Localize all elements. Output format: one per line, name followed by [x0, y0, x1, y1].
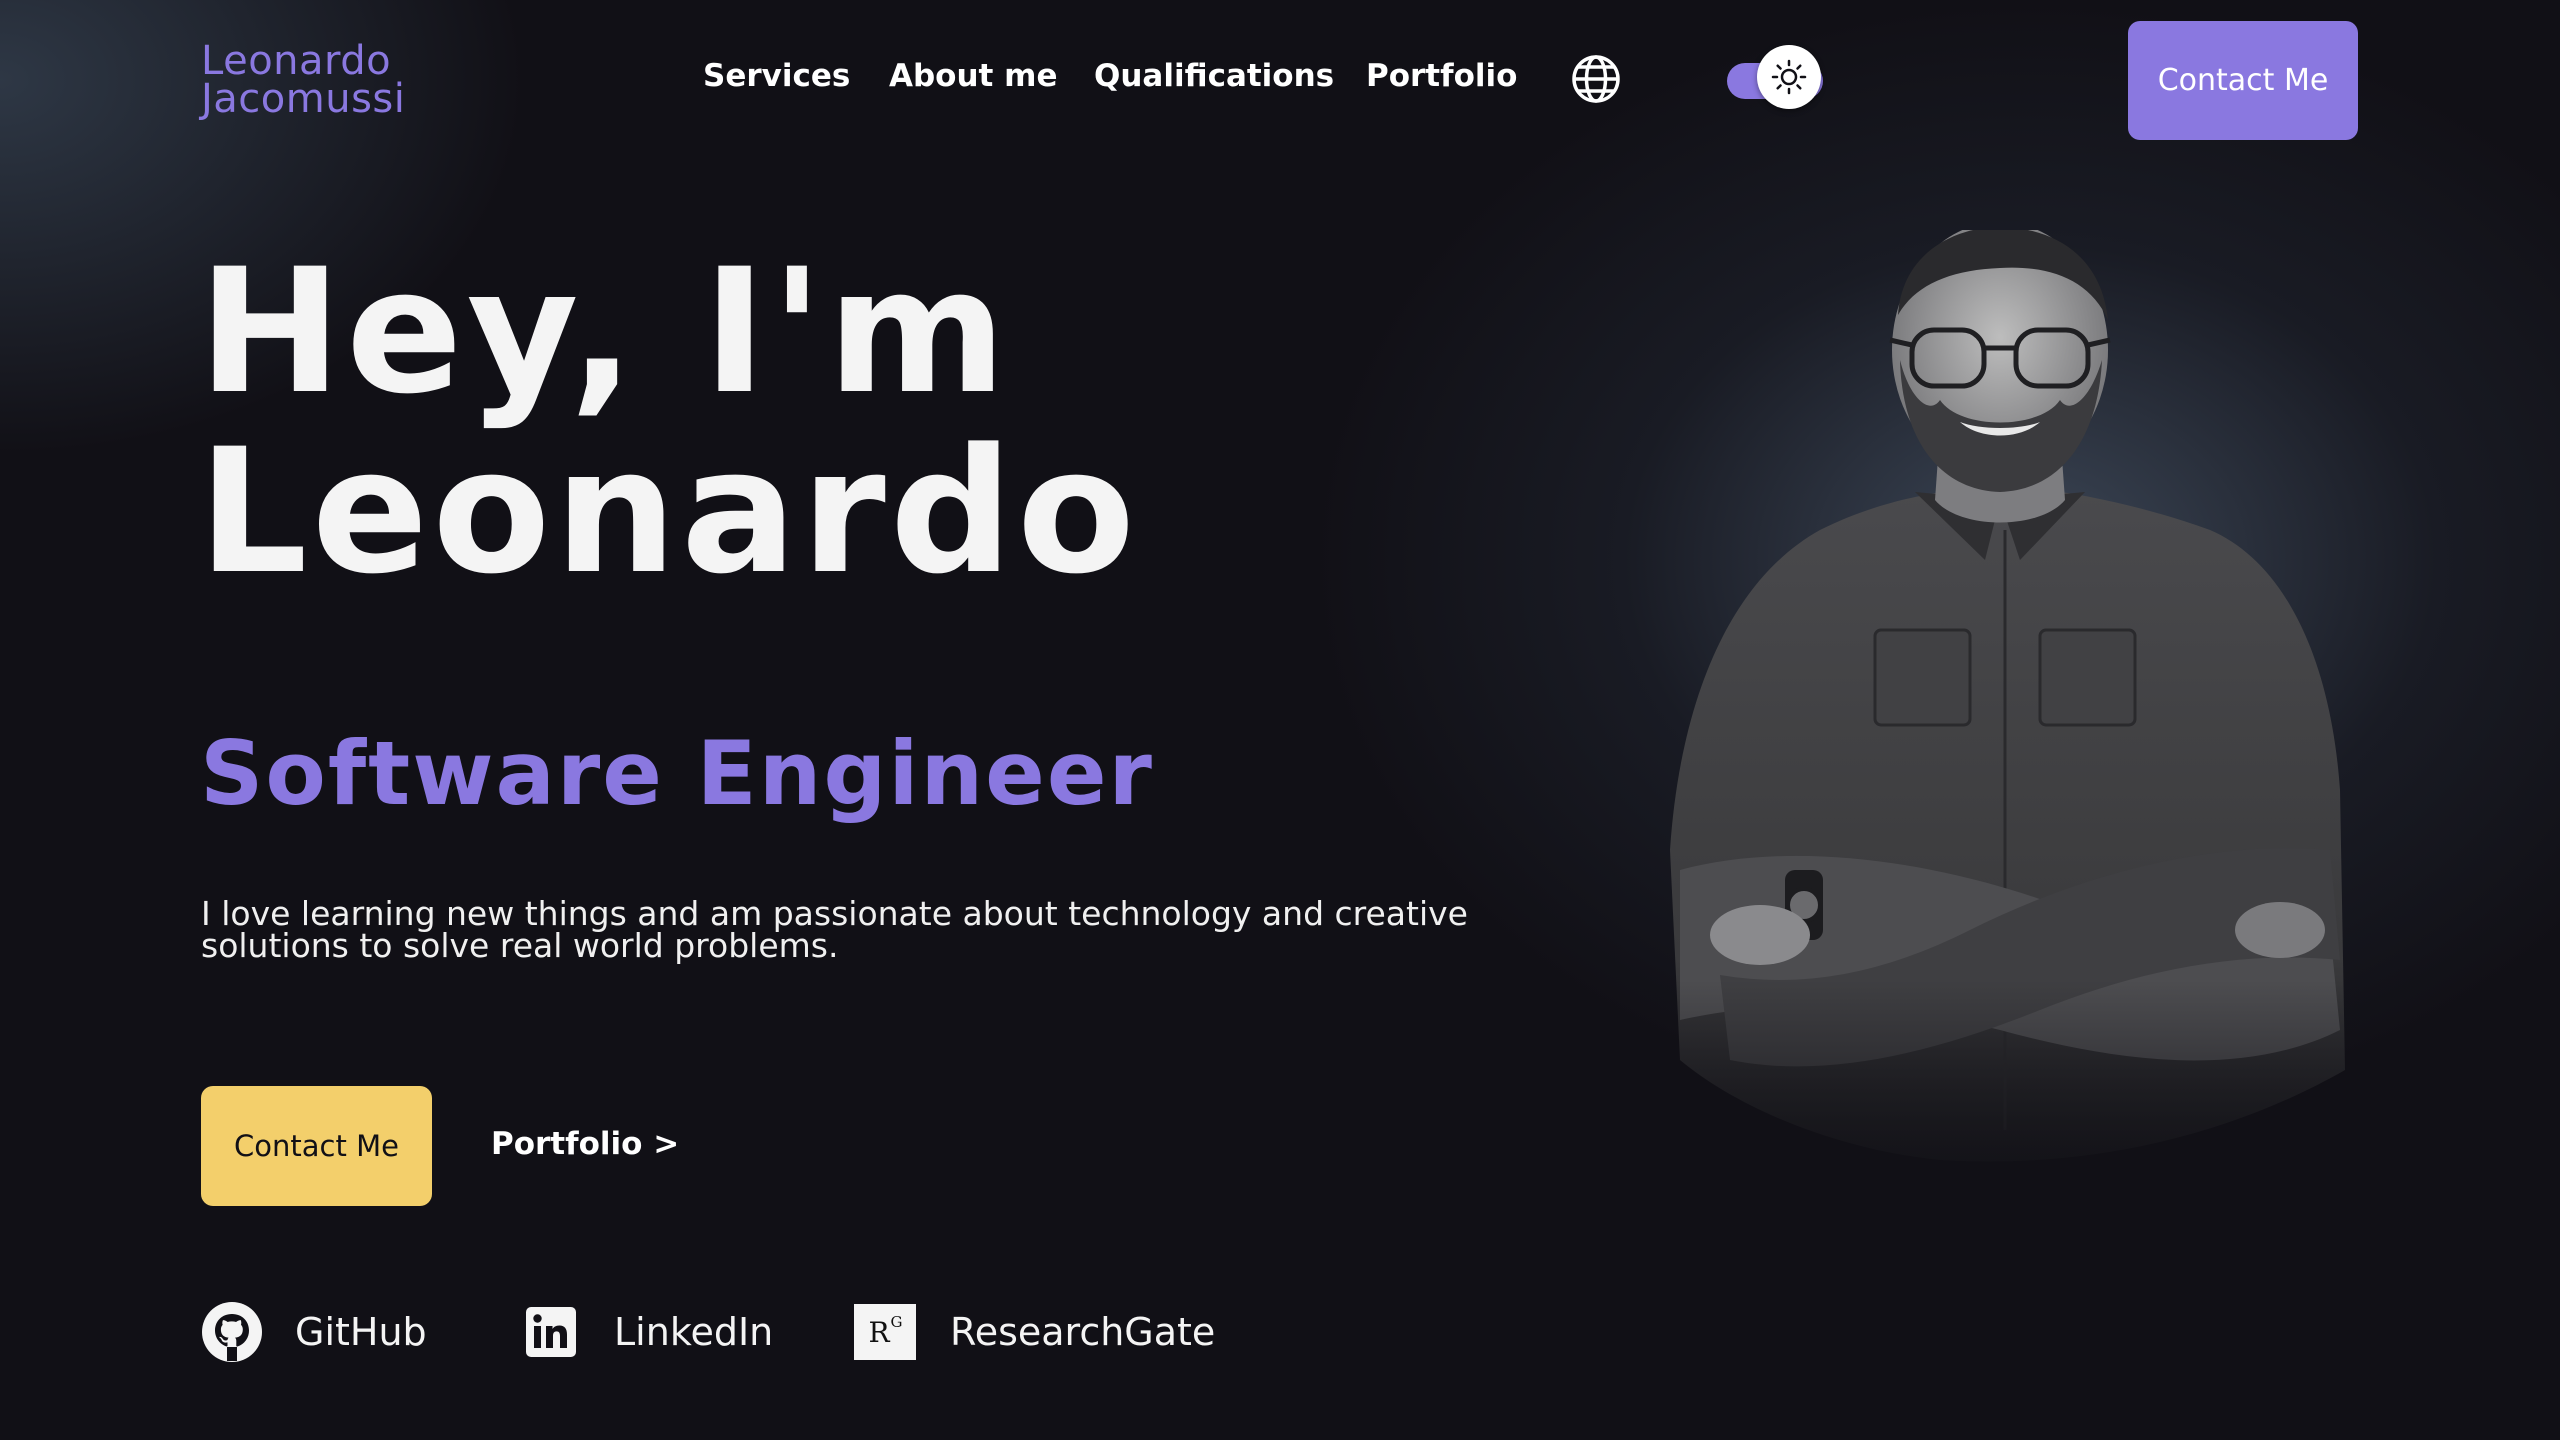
social-researchgate[interactable]: RG ResearchGate — [854, 1300, 1215, 1364]
profile-photo — [1640, 230, 2360, 1230]
nav-about-me[interactable]: About me — [889, 58, 1058, 94]
theme-toggle[interactable] — [1727, 45, 1823, 109]
github-icon — [201, 1301, 263, 1363]
social-linkedin-label: LinkedIn — [614, 1310, 774, 1354]
sun-icon — [1771, 59, 1807, 95]
nav-portfolio[interactable]: Portfolio — [1366, 58, 1517, 94]
social-linkedin[interactable]: LinkedIn — [520, 1300, 773, 1364]
social-researchgate-label: ResearchGate — [950, 1310, 1216, 1354]
researchgate-icon: RG — [854, 1301, 916, 1363]
social-github-label: GitHub — [295, 1310, 427, 1354]
linkedin-icon — [520, 1301, 582, 1363]
theme-toggle-knob — [1757, 45, 1821, 109]
nav-services[interactable]: Services — [703, 58, 850, 94]
page: Leonardo Jacomussi Services About me Qua… — [0, 0, 2560, 1440]
hero-description: I love learning new things and am passio… — [201, 894, 1468, 965]
social-github[interactable]: GitHub — [201, 1300, 427, 1364]
hero-title: Hey, I'm Leonardo — [198, 242, 1139, 602]
hero-title-line-2: Leonardo — [198, 411, 1140, 612]
hero-title-line-1: Hey, I'm — [198, 231, 1011, 432]
hero-subtitle: Software Engineer — [200, 722, 1154, 825]
header-contact-button[interactable]: Contact Me — [2128, 21, 2358, 140]
portfolio-link[interactable]: Portfolio > — [491, 1126, 679, 1162]
globe-icon[interactable] — [1570, 53, 1622, 105]
nav-qualifications[interactable]: Qualifications — [1094, 58, 1334, 94]
contact-me-button[interactable]: Contact Me — [201, 1086, 432, 1206]
